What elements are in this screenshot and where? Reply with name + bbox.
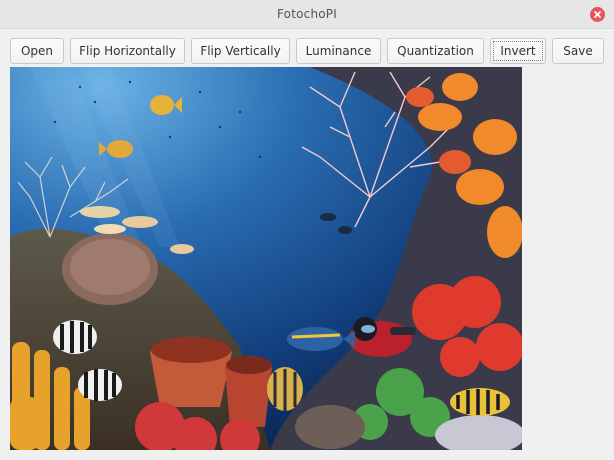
invert-button[interactable]: Invert bbox=[490, 38, 546, 64]
open-button[interactable]: Open bbox=[10, 38, 64, 64]
save-button[interactable]: Save bbox=[552, 38, 604, 64]
title-bar: FotochoPI bbox=[0, 0, 614, 29]
close-icon bbox=[594, 11, 601, 18]
flip-vertically-button[interactable]: Flip Vertically bbox=[191, 38, 290, 64]
toolbar: Open Flip Horizontally Flip Vertically L… bbox=[0, 36, 614, 66]
luminance-button[interactable]: Luminance bbox=[296, 38, 381, 64]
quantization-button[interactable]: Quantization bbox=[387, 38, 484, 64]
coral-reef-photo bbox=[10, 67, 522, 450]
flip-horizontally-button[interactable]: Flip Horizontally bbox=[70, 38, 185, 64]
image-canvas[interactable] bbox=[10, 67, 522, 450]
window-title: FotochoPI bbox=[277, 7, 337, 21]
close-button[interactable] bbox=[590, 7, 605, 22]
